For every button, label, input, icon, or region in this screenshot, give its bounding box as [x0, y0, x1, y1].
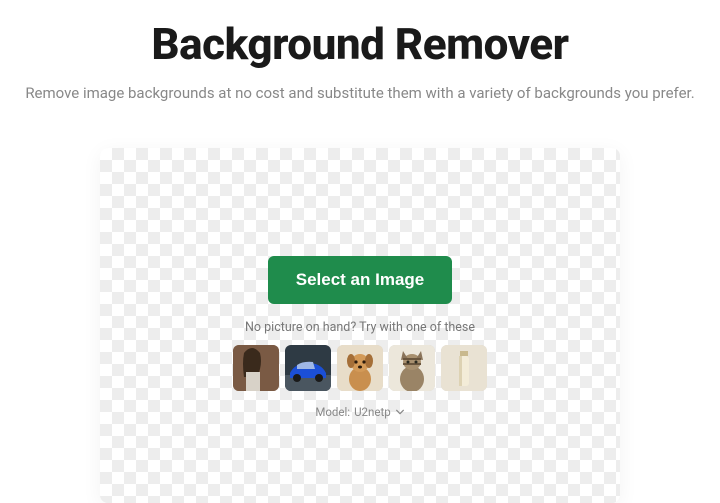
- sample-image-tube[interactable]: [441, 345, 487, 391]
- chevron-down-icon: [395, 407, 405, 417]
- sample-image-cat[interactable]: [389, 345, 435, 391]
- model-selector[interactable]: Model: U2netp: [315, 405, 404, 419]
- page-title: Background Remover: [151, 18, 568, 70]
- select-image-button[interactable]: Select an Image: [268, 256, 453, 304]
- sample-images-row: [233, 345, 487, 391]
- sample-image-car[interactable]: [285, 345, 331, 391]
- page-subtitle: Remove image backgrounds at no cost and …: [25, 84, 694, 102]
- sample-image-dog[interactable]: [337, 345, 383, 391]
- sample-image-woman[interactable]: [233, 345, 279, 391]
- model-value: U2netp: [354, 405, 391, 419]
- upload-dropzone[interactable]: Select an Image No picture on hand? Try …: [100, 148, 620, 503]
- sample-hint: No picture on hand? Try with one of thes…: [245, 320, 475, 335]
- model-label-prefix: Model:: [315, 405, 350, 419]
